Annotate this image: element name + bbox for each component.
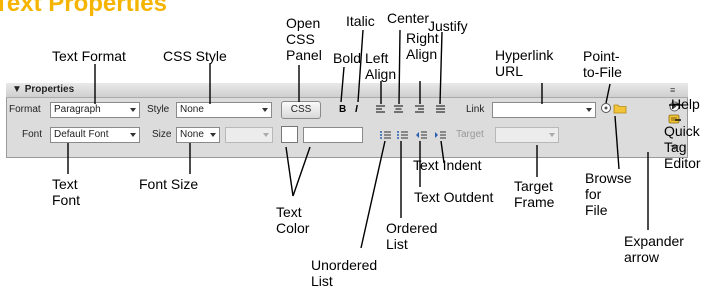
callout-justify: Justify (428, 18, 468, 34)
callout-italic: Italic (346, 13, 375, 29)
callout-lines (67, 29, 682, 249)
callout-open-css-panel: Open CSS Panel (286, 15, 322, 63)
callout-browse-for-file: Browse for File (585, 170, 632, 218)
callout-text-indent: Text Indent (413, 157, 482, 173)
callout-unordered-list: Unordered List (311, 257, 378, 289)
callout-right-align: Right Align (406, 30, 439, 62)
callout-quick-tag-editor: Quick Tag Editor (664, 123, 701, 171)
callout-text-font: Text Font (52, 176, 81, 208)
callout-ordered-list: Ordered List (386, 220, 438, 252)
callout-css-style: CSS Style (163, 48, 227, 64)
callout-hyperlink-url: Hyperlink URL (495, 47, 554, 79)
callout-point-to-file: Point- to-File (583, 48, 622, 80)
callout-text-color: Text Color (276, 204, 310, 236)
callout-font-size: Font Size (139, 176, 199, 192)
callout-left-align: Left Align (365, 50, 397, 82)
callout-bold: Bold (333, 50, 362, 66)
callout-center: Center (387, 10, 430, 26)
callout-target-frame: Target Frame (514, 178, 555, 210)
callout-text-outdent: Text Outdent (414, 189, 494, 205)
callout-expander-arrow: Expander arrow (624, 233, 684, 265)
callout-text-format: Text Format (52, 48, 126, 64)
callout-help: Help (671, 96, 700, 112)
